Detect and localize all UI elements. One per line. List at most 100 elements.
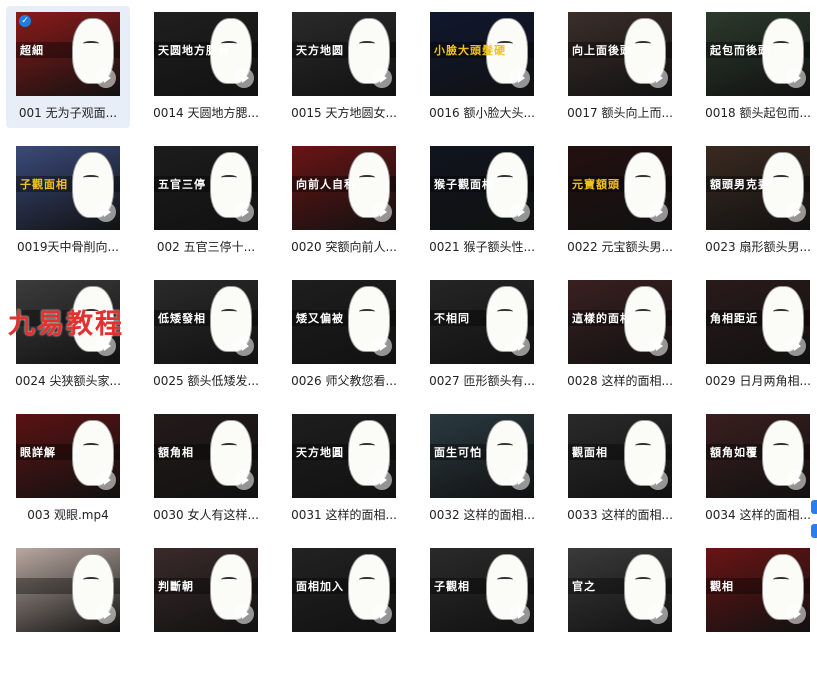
play-icon[interactable] — [510, 336, 530, 356]
video-file-item[interactable]: 這樣的面相 0028 这样的面相... — [558, 274, 682, 396]
video-file-item[interactable]: 官之 — [558, 542, 682, 664]
play-icon[interactable] — [648, 470, 668, 490]
video-file-item[interactable]: 子觀面相 0019天中骨削向... — [6, 140, 130, 262]
video-thumbnail[interactable]: 眼詳解 — [16, 414, 120, 498]
thumbnail-caption: 面生可怕 — [434, 446, 482, 459]
video-thumbnail[interactable]: 額角相 — [154, 414, 258, 498]
video-thumbnail[interactable]: 觀面相 — [568, 414, 672, 498]
play-icon[interactable] — [234, 68, 254, 88]
video-file-item[interactable]: 觀相 — [696, 542, 817, 664]
play-icon[interactable] — [372, 604, 392, 624]
play-icon[interactable] — [510, 68, 530, 88]
video-thumbnail[interactable]: 天方地圓 — [292, 414, 396, 498]
video-file-item[interactable]: 天方地圆 0015 天方地圆女... — [282, 6, 406, 128]
video-file-item[interactable]: 起包而後頭 0018 额头起包而... — [696, 6, 817, 128]
video-thumbnail[interactable]: 五官三停 — [154, 146, 258, 230]
file-name-label: 0018 额头起包而... — [705, 106, 811, 120]
play-icon[interactable] — [234, 470, 254, 490]
video-file-item[interactable]: 額頭男克妻 0023 扇形额头男... — [696, 140, 817, 262]
thumbnail-caption: 眼詳解 — [20, 446, 56, 459]
video-file-item[interactable]: 猴子觀面相 0021 猴子额头性... — [420, 140, 544, 262]
play-icon[interactable] — [96, 470, 116, 490]
play-icon[interactable] — [648, 202, 668, 222]
video-file-item[interactable]: 面生可怕 0032 这样的面相... — [420, 408, 544, 530]
play-icon[interactable] — [786, 470, 806, 490]
video-file-item[interactable]: 元寶額頭 0022 元宝额头男... — [558, 140, 682, 262]
video-thumbnail[interactable]: 判斷朝 — [154, 548, 258, 632]
video-file-item[interactable]: 低矮發相 0025 额头低矮发... — [144, 274, 268, 396]
video-thumbnail[interactable]: 矮又偏被 — [292, 280, 396, 364]
video-thumbnail[interactable]: 面生可怕 — [430, 414, 534, 498]
video-thumbnail[interactable]: 額頭男克妻 — [706, 146, 810, 230]
play-icon[interactable] — [372, 68, 392, 88]
video-thumbnail[interactable]: 超細 — [16, 12, 120, 96]
video-thumbnail[interactable]: 額角如覆 — [706, 414, 810, 498]
video-file-item[interactable]: 判斷朝 — [144, 542, 268, 664]
play-icon[interactable] — [648, 604, 668, 624]
file-name-label: 0024 尖狭额头家... — [15, 374, 121, 388]
file-name-label: 0019天中骨削向... — [17, 240, 119, 254]
thumbnail-caption: 小臉大頭髮硬 — [434, 44, 506, 57]
play-icon[interactable] — [648, 68, 668, 88]
thumbnail-caption: 面相加入 — [296, 580, 344, 593]
video-file-item[interactable] — [6, 542, 130, 664]
video-thumbnail[interactable]: 官之 — [568, 548, 672, 632]
play-icon[interactable] — [786, 202, 806, 222]
play-icon[interactable] — [96, 202, 116, 222]
play-icon[interactable] — [372, 336, 392, 356]
video-file-item[interactable]: 小臉大頭髮硬 0016 额小脸大头... — [420, 6, 544, 128]
file-name-label: 0028 这样的面相... — [567, 374, 673, 388]
video-thumbnail[interactable]: 子觀面相 — [16, 146, 120, 230]
play-icon[interactable] — [786, 336, 806, 356]
video-file-item[interactable]: 五官三停 002 五官三停十... — [144, 140, 268, 262]
selected-check-icon[interactable]: ✓ — [19, 15, 31, 27]
play-icon[interactable] — [786, 68, 806, 88]
video-file-item[interactable]: 天圆地方腮骨 0014 天圆地方腮... — [144, 6, 268, 128]
video-file-item[interactable]: 矮又偏被 0026 师父教您看... — [282, 274, 406, 396]
video-thumbnail[interactable]: 元寶額頭 — [568, 146, 672, 230]
video-thumbnail[interactable]: 面相加入 — [292, 548, 396, 632]
side-scroll-markers[interactable] — [811, 500, 817, 570]
video-file-item[interactable]: 子觀相 — [420, 542, 544, 664]
play-icon[interactable] — [372, 202, 392, 222]
video-file-item[interactable]: 額角相 0030 女人有这样... — [144, 408, 268, 530]
video-file-item[interactable]: 觀面相 0033 这样的面相... — [558, 408, 682, 530]
play-icon[interactable] — [96, 604, 116, 624]
file-name-label: 003 观眼.mp4 — [27, 508, 109, 522]
video-thumbnail[interactable]: 天圆地方腮骨 — [154, 12, 258, 96]
play-icon[interactable] — [510, 604, 530, 624]
play-icon[interactable] — [234, 604, 254, 624]
play-icon[interactable] — [510, 470, 530, 490]
video-file-item[interactable]: 超細 ✓ 001 无为子观面... — [6, 6, 130, 128]
video-thumbnail[interactable]: 向前人自私 — [292, 146, 396, 230]
play-icon[interactable] — [372, 470, 392, 490]
play-icon[interactable] — [648, 336, 668, 356]
video-thumbnail[interactable]: 不相同 — [430, 280, 534, 364]
video-thumbnail[interactable]: 向上面後頭 — [568, 12, 672, 96]
video-file-item[interactable]: 不相同 0027 匝形额头有... — [420, 274, 544, 396]
video-thumbnail[interactable]: 起包而後頭 — [706, 12, 810, 96]
play-icon[interactable] — [786, 604, 806, 624]
play-icon[interactable] — [234, 336, 254, 356]
video-file-item[interactable]: 角相距近 0029 日月两角相... — [696, 274, 817, 396]
video-file-item[interactable]: 向前人自私 0020 突额向前人... — [282, 140, 406, 262]
video-thumbnail[interactable]: 天方地圆 — [292, 12, 396, 96]
video-file-item[interactable]: 向上面後頭 0017 额头向上而... — [558, 6, 682, 128]
play-icon[interactable] — [96, 68, 116, 88]
video-thumbnail[interactable]: 小臉大頭髮硬 — [430, 12, 534, 96]
video-thumbnail[interactable]: 觀相 — [706, 548, 810, 632]
video-thumbnail[interactable]: 子觀相 — [430, 548, 534, 632]
video-thumbnail[interactable]: 低矮發相 — [154, 280, 258, 364]
file-name-label: 0033 这样的面相... — [567, 508, 673, 522]
play-icon[interactable] — [510, 202, 530, 222]
play-icon[interactable] — [234, 202, 254, 222]
video-file-item[interactable]: 眼詳解 003 观眼.mp4 — [6, 408, 130, 530]
video-file-item[interactable]: 天方地圓 0031 这样的面相... — [282, 408, 406, 530]
video-thumbnail[interactable]: 猴子觀面相 — [430, 146, 534, 230]
video-thumbnail[interactable]: 這樣的面相 — [568, 280, 672, 364]
video-file-item[interactable]: 額角如覆 0034 这样的面相... — [696, 408, 817, 530]
video-file-item[interactable]: 面相加入 — [282, 542, 406, 664]
video-thumbnail[interactable] — [16, 548, 120, 632]
video-thumbnail[interactable]: 角相距近 — [706, 280, 810, 364]
file-name-label: 0016 额小脸大头... — [429, 106, 535, 120]
